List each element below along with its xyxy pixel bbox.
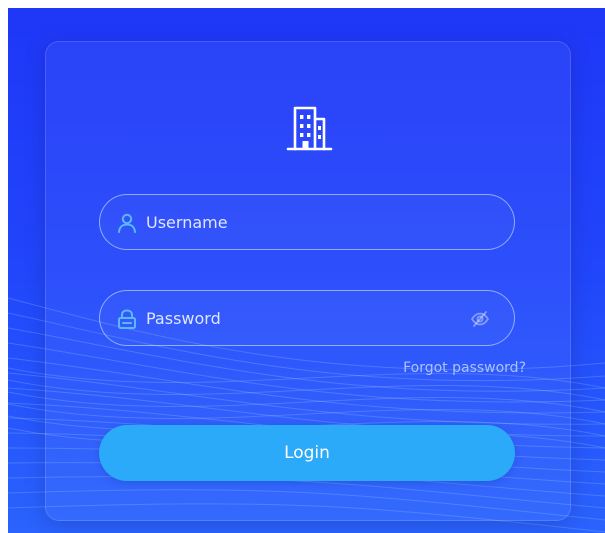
password-input[interactable] [146,291,466,345]
forgot-password-link[interactable]: Forgot password? [403,360,526,376]
login-button[interactable]: Login [99,425,515,481]
eye-off-icon[interactable] [470,309,490,329]
lock-icon [118,309,136,329]
password-field[interactable] [99,290,515,346]
building-icon [286,106,333,151]
username-input[interactable] [146,195,466,249]
user-icon [118,213,136,233]
login-card: Forgot password? Login [45,41,571,521]
username-field[interactable] [99,194,515,250]
login-screen: Forgot password? Login [8,8,605,533]
